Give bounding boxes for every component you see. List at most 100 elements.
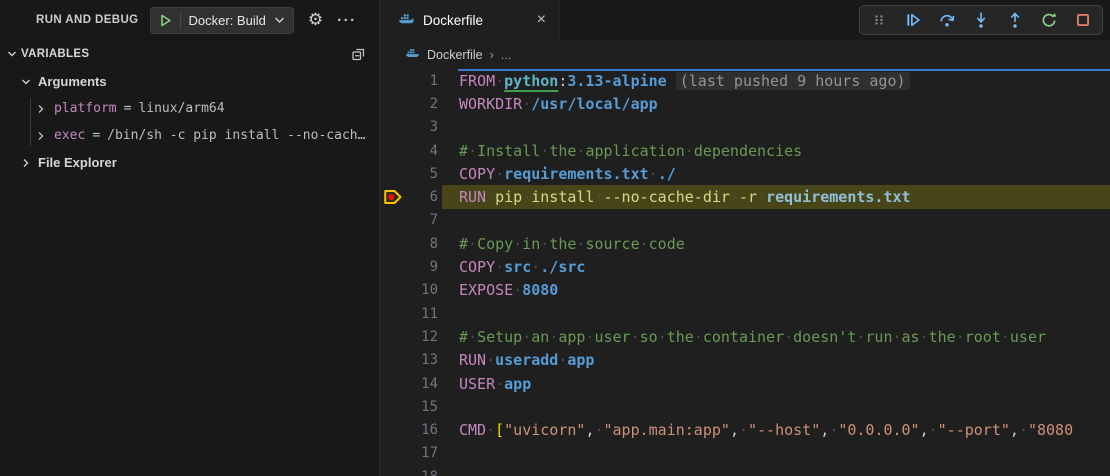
line-number: 5 [430, 166, 438, 182]
restart-icon[interactable] [1039, 10, 1059, 30]
collapse-all-icon[interactable] [350, 46, 367, 63]
variable-platform[interactable]: platform = linux/arm64 [0, 95, 379, 122]
line-content[interactable]: #·Copy·in·the·source·code [442, 232, 1110, 255]
docker-whale-icon [405, 47, 420, 62]
gutter[interactable]: 13 [380, 349, 442, 372]
gutter[interactable]: 8 [380, 232, 442, 255]
gutter[interactable]: 9 [380, 255, 442, 278]
line-content[interactable]: RUN·useradd·app [442, 349, 1110, 372]
editor-focus-border [458, 69, 1110, 71]
launch-config-dropdown[interactable]: Docker: Build [150, 7, 294, 34]
docker-whale-icon [398, 12, 415, 29]
code-line[interactable]: 7 [380, 209, 1110, 232]
close-icon[interactable]: × [534, 11, 549, 29]
code-line[interactable]: 5COPY·requirements.txt·./ [380, 162, 1110, 185]
code-line[interactable]: 18 [380, 465, 1110, 476]
gear-icon[interactable]: ⚙ [308, 12, 323, 29]
line-number: 9 [430, 259, 438, 275]
scope-arguments[interactable]: Arguments [0, 68, 379, 95]
gutter[interactable]: 10 [380, 279, 442, 302]
line-content[interactable] [442, 302, 1110, 325]
code-line[interactable]: 3 [380, 116, 1110, 139]
more-actions-icon[interactable]: ··· [337, 12, 357, 29]
variables-section-header[interactable]: VARIABLES [0, 40, 379, 68]
step-over-icon[interactable] [937, 10, 957, 30]
gutter[interactable]: 16 [380, 418, 442, 441]
code-line[interactable]: 14USER·app [380, 372, 1110, 395]
gutter[interactable]: 6 [380, 185, 442, 208]
variable-exec[interactable]: exec = /bin/sh -c pip install --no-cach… [0, 122, 379, 149]
line-number: 10 [421, 282, 438, 298]
line-number: 8 [430, 236, 438, 252]
code-line[interactable]: 16CMD·["uvicorn",·"app.main:app",·"--hos… [380, 418, 1110, 441]
chevron-down-icon [20, 76, 32, 88]
dropdown-divider [180, 12, 181, 29]
scope-label: File Explorer [38, 155, 117, 170]
line-content[interactable] [442, 442, 1110, 465]
line-number: 7 [430, 212, 438, 228]
variables-title: VARIABLES [21, 48, 89, 60]
code-line[interactable]: 15 [380, 395, 1110, 418]
line-content[interactable] [442, 209, 1110, 232]
code-editor[interactable]: 1FROM·python:3.13-alpine (last pushed 9 … [380, 69, 1110, 476]
code-line[interactable]: 4#·Install·the·application·dependencies [380, 139, 1110, 162]
debug-toolbar [859, 5, 1103, 35]
gutter[interactable]: 17 [380, 442, 442, 465]
code-line[interactable]: 1FROM·python:3.13-alpine (last pushed 9 … [380, 69, 1110, 92]
line-content[interactable]: RUN·pip·install·--no-cache-dir·-r·requir… [442, 185, 1110, 208]
gripper-icon[interactable] [869, 10, 889, 30]
gutter[interactable]: 2 [380, 92, 442, 115]
variable-value: linux/arm64 [138, 101, 224, 116]
step-into-icon[interactable] [971, 10, 991, 30]
line-content[interactable] [442, 465, 1110, 476]
tab-dockerfile[interactable]: Dockerfile × [380, 0, 560, 40]
line-content[interactable]: COPY·requirements.txt·./ [442, 162, 1110, 185]
code-line[interactable]: 9COPY·src·./src [380, 255, 1110, 278]
code-line[interactable]: 2WORKDIR·/usr/local/app [380, 92, 1110, 115]
continue-icon[interactable] [903, 10, 923, 30]
gutter[interactable]: 5 [380, 162, 442, 185]
gutter[interactable]: 18 [380, 465, 442, 476]
code-lines: 1FROM·python:3.13-alpine (last pushed 9 … [380, 69, 1110, 476]
play-icon[interactable] [160, 14, 172, 27]
panel-title: RUN AND DEBUG [36, 14, 139, 26]
code-line[interactable]: 10EXPOSE·8080 [380, 279, 1110, 302]
line-content[interactable] [442, 116, 1110, 139]
gutter[interactable]: 4 [380, 139, 442, 162]
line-content[interactable]: #·Install·the·application·dependencies [442, 139, 1110, 162]
code-line[interactable]: 12#·Setup·an·app·user·so·the·container·d… [380, 325, 1110, 348]
gutter[interactable]: 14 [380, 372, 442, 395]
line-content[interactable]: WORKDIR·/usr/local/app [442, 92, 1110, 115]
line-content[interactable] [442, 395, 1110, 418]
chevron-down-icon[interactable] [6, 48, 18, 60]
scope-file-explorer[interactable]: File Explorer [0, 149, 379, 176]
breadcrumb-file[interactable]: Dockerfile [427, 48, 483, 62]
line-number: 12 [421, 329, 438, 345]
gutter[interactable]: 7 [380, 209, 442, 232]
line-number: 4 [430, 143, 438, 159]
code-line[interactable]: 17 [380, 442, 1110, 465]
code-line[interactable]: 8#·Copy·in·the·source·code [380, 232, 1110, 255]
line-content[interactable]: FROM·python:3.13-alpine (last pushed 9 h… [442, 69, 1110, 92]
line-content[interactable]: CMD·["uvicorn",·"app.main:app",·"--host"… [442, 418, 1110, 441]
stop-icon[interactable] [1073, 10, 1093, 30]
line-content[interactable]: USER·app [442, 372, 1110, 395]
breadcrumb-symbol[interactable]: ... [501, 48, 511, 62]
chevron-right-icon[interactable] [35, 130, 47, 142]
line-content[interactable]: COPY·src·./src [442, 255, 1110, 278]
chevron-right-icon[interactable] [35, 103, 47, 115]
gutter[interactable]: 1 [380, 69, 442, 92]
debug-pointer-icon [383, 188, 403, 206]
line-number: 6 [430, 189, 438, 205]
code-line[interactable]: 11 [380, 302, 1110, 325]
gutter[interactable]: 15 [380, 395, 442, 418]
gutter[interactable]: 3 [380, 116, 442, 139]
code-line[interactable]: 6RUN·pip·install·--no-cache-dir·-r·requi… [380, 185, 1110, 208]
code-line[interactable]: 13RUN·useradd·app [380, 349, 1110, 372]
line-content[interactable]: #·Setup·an·app·user·so·the·container·doe… [442, 325, 1110, 348]
gutter[interactable]: 11 [380, 302, 442, 325]
variable-value: /bin/sh -c pip install --no-cach… [107, 128, 365, 143]
step-out-icon[interactable] [1005, 10, 1025, 30]
line-content[interactable]: EXPOSE·8080 [442, 279, 1110, 302]
gutter[interactable]: 12 [380, 325, 442, 348]
